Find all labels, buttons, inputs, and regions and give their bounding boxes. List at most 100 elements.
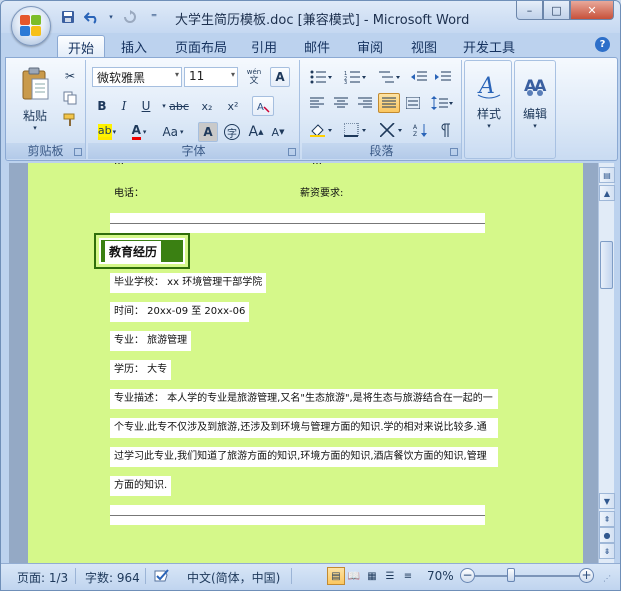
office-button[interactable] bbox=[11, 6, 51, 46]
select-browse-object-icon[interactable]: ● bbox=[599, 527, 615, 543]
phonetic-guide-char: 文 bbox=[249, 76, 259, 86]
maximize-button[interactable]: □ bbox=[543, 1, 570, 20]
shading-icon[interactable] bbox=[306, 120, 336, 140]
increase-indent-icon[interactable] bbox=[432, 67, 454, 87]
clipboard-launcher-icon[interactable] bbox=[74, 148, 82, 156]
tab-review[interactable]: 审阅 bbox=[347, 35, 393, 57]
styles-icon: A bbox=[477, 74, 501, 99]
save-icon[interactable] bbox=[59, 8, 77, 26]
close-button[interactable]: ✕ bbox=[570, 1, 614, 20]
phone-label: 电话： bbox=[114, 188, 144, 199]
show-marks-icon[interactable] bbox=[434, 120, 456, 140]
undo-icon[interactable] bbox=[83, 8, 101, 26]
zoom-level[interactable]: 70% bbox=[427, 569, 454, 583]
tab-page-layout[interactable]: 页面布局 bbox=[165, 35, 237, 57]
tab-developer[interactable]: 开发工具 bbox=[453, 35, 525, 57]
tab-home[interactable]: 开始 bbox=[57, 35, 106, 57]
justify-icon[interactable] bbox=[378, 93, 400, 113]
clear-formatting-icon[interactable]: A bbox=[252, 96, 274, 116]
font-name-combo[interactable]: 微软雅黑 ▾ bbox=[92, 67, 182, 87]
asian-layout-icon[interactable] bbox=[376, 120, 406, 140]
italic-button[interactable]: I bbox=[114, 96, 134, 116]
strikethrough-button[interactable]: abc bbox=[166, 96, 192, 116]
editing-button[interactable]: A A 编辑 ▾ bbox=[517, 63, 553, 137]
document-page[interactable]: … … 电话： 薪资要求: 教育经历 毕业学校： xx 环境管理干部学院 时间：… bbox=[28, 163, 583, 563]
ribbon-tabs: 开始 插入 页面布局 引用 邮件 审阅 视图 开发工具 bbox=[1, 33, 620, 57]
draft-view-icon[interactable]: ≡ bbox=[399, 567, 417, 585]
ruler-toggle-icon[interactable]: ▤ bbox=[599, 167, 615, 183]
minimize-button[interactable]: – bbox=[516, 1, 543, 20]
superscript-button[interactable]: x² bbox=[222, 96, 244, 116]
font-color-dropdown-icon: ▾ bbox=[142, 128, 147, 136]
minimize-icon: – bbox=[526, 3, 533, 17]
page-count[interactable]: 页面: 1/3 bbox=[17, 569, 68, 586]
align-right-icon[interactable] bbox=[354, 93, 376, 113]
svg-text:3: 3 bbox=[344, 80, 347, 84]
vertical-scrollbar[interactable]: ▤ ▲ ▼ ⇞ ● ⇟ bbox=[598, 163, 615, 563]
character-shading-button[interactable]: A bbox=[198, 122, 218, 142]
phonetic-guide-button[interactable]: wén 文 bbox=[242, 67, 266, 87]
paragraph-launcher-icon[interactable] bbox=[450, 148, 458, 156]
document-area[interactable]: … … 电话： 薪资要求: 教育经历 毕业学校： xx 环境管理干部学院 时间：… bbox=[9, 163, 598, 563]
zoom-slider-track[interactable] bbox=[475, 575, 579, 577]
education-section-header: 教育经历 bbox=[94, 233, 190, 269]
undo-dropdown-icon[interactable]: ▾ bbox=[107, 8, 115, 26]
copy-icon[interactable] bbox=[60, 88, 80, 108]
font-color-button[interactable]: A ▾ bbox=[126, 122, 152, 142]
zoom-slider-thumb[interactable] bbox=[507, 568, 515, 582]
scroll-up-button[interactable]: ▲ bbox=[599, 185, 615, 201]
next-page-icon[interactable]: ⇟ bbox=[599, 543, 615, 559]
bold-button[interactable]: B bbox=[92, 96, 112, 116]
align-left-icon[interactable] bbox=[306, 93, 328, 113]
customize-qat-button[interactable]: ⁼ bbox=[145, 8, 163, 26]
shrink-font-button[interactable]: A ▼ bbox=[268, 122, 288, 142]
highlight-button[interactable]: ab ▾ bbox=[92, 122, 122, 142]
tab-mailings[interactable]: 邮件 bbox=[294, 35, 340, 57]
font-launcher-icon[interactable] bbox=[288, 148, 296, 156]
character-border-button[interactable]: A bbox=[270, 67, 290, 87]
tab-insert[interactable]: 插入 bbox=[111, 35, 157, 57]
web-layout-icon[interactable]: ▦ bbox=[363, 567, 381, 585]
distributed-icon[interactable] bbox=[402, 93, 424, 113]
help-icon[interactable]: ? bbox=[595, 37, 610, 52]
previous-page-icon[interactable]: ⇞ bbox=[599, 511, 615, 527]
borders-icon[interactable] bbox=[340, 120, 370, 140]
svg-text:Z: Z bbox=[413, 131, 417, 137]
proofing-icon[interactable] bbox=[153, 569, 171, 583]
tab-references[interactable]: 引用 bbox=[241, 35, 287, 57]
print-layout-view-icon[interactable]: ▤ bbox=[327, 567, 345, 585]
find-binoculars-icon: A A bbox=[524, 76, 547, 96]
cut-icon[interactable]: ✂ bbox=[60, 66, 80, 86]
styles-button[interactable]: A 样式 ▾ bbox=[469, 63, 509, 137]
tab-view[interactable]: 视图 bbox=[401, 35, 447, 57]
bullets-icon[interactable] bbox=[306, 67, 336, 87]
resize-grip-icon[interactable]: ⋰ bbox=[603, 574, 611, 583]
sort-icon[interactable]: AZ bbox=[410, 120, 432, 140]
underline-button[interactable]: U bbox=[136, 96, 156, 116]
decrease-indent-icon[interactable] bbox=[408, 67, 430, 87]
title-bar: ▾ ⁼ 大学生简历模板.doc [兼容模式] - Microsoft Word … bbox=[1, 1, 620, 33]
word-count[interactable]: 字数: 964 bbox=[85, 569, 140, 586]
outline-view-icon[interactable]: ☰ bbox=[381, 567, 399, 585]
numbering-icon[interactable]: 123 bbox=[340, 67, 370, 87]
enclose-characters-button[interactable]: 字 bbox=[222, 122, 242, 142]
align-center-icon[interactable] bbox=[330, 93, 352, 113]
full-screen-reading-icon[interactable]: 📖 bbox=[345, 567, 363, 585]
grow-font-button[interactable]: A ▲ bbox=[246, 122, 266, 142]
change-case-button[interactable]: Aa ▾ bbox=[158, 122, 188, 142]
font-size-combo[interactable]: 11 ▾ bbox=[184, 67, 238, 87]
zoom-out-button[interactable]: − bbox=[460, 568, 475, 583]
paste-button[interactable]: 粘贴 ▾ bbox=[12, 62, 58, 136]
format-painter-icon[interactable] bbox=[60, 110, 80, 130]
language[interactable]: 中文(简体，中国) bbox=[187, 569, 280, 586]
section-title: 教育经历 bbox=[105, 240, 162, 262]
window-controls: – □ ✕ bbox=[516, 1, 614, 20]
subscript-button[interactable]: x₂ bbox=[196, 96, 218, 116]
multilevel-list-icon[interactable] bbox=[374, 67, 404, 87]
redo-icon[interactable] bbox=[121, 8, 139, 26]
zoom-in-button[interactable]: + bbox=[579, 568, 594, 583]
change-case-dropdown-icon: ▾ bbox=[180, 128, 184, 136]
scroll-thumb[interactable] bbox=[600, 241, 613, 289]
line-spacing-icon[interactable] bbox=[428, 93, 456, 113]
scroll-down-button[interactable]: ▼ bbox=[599, 493, 615, 509]
